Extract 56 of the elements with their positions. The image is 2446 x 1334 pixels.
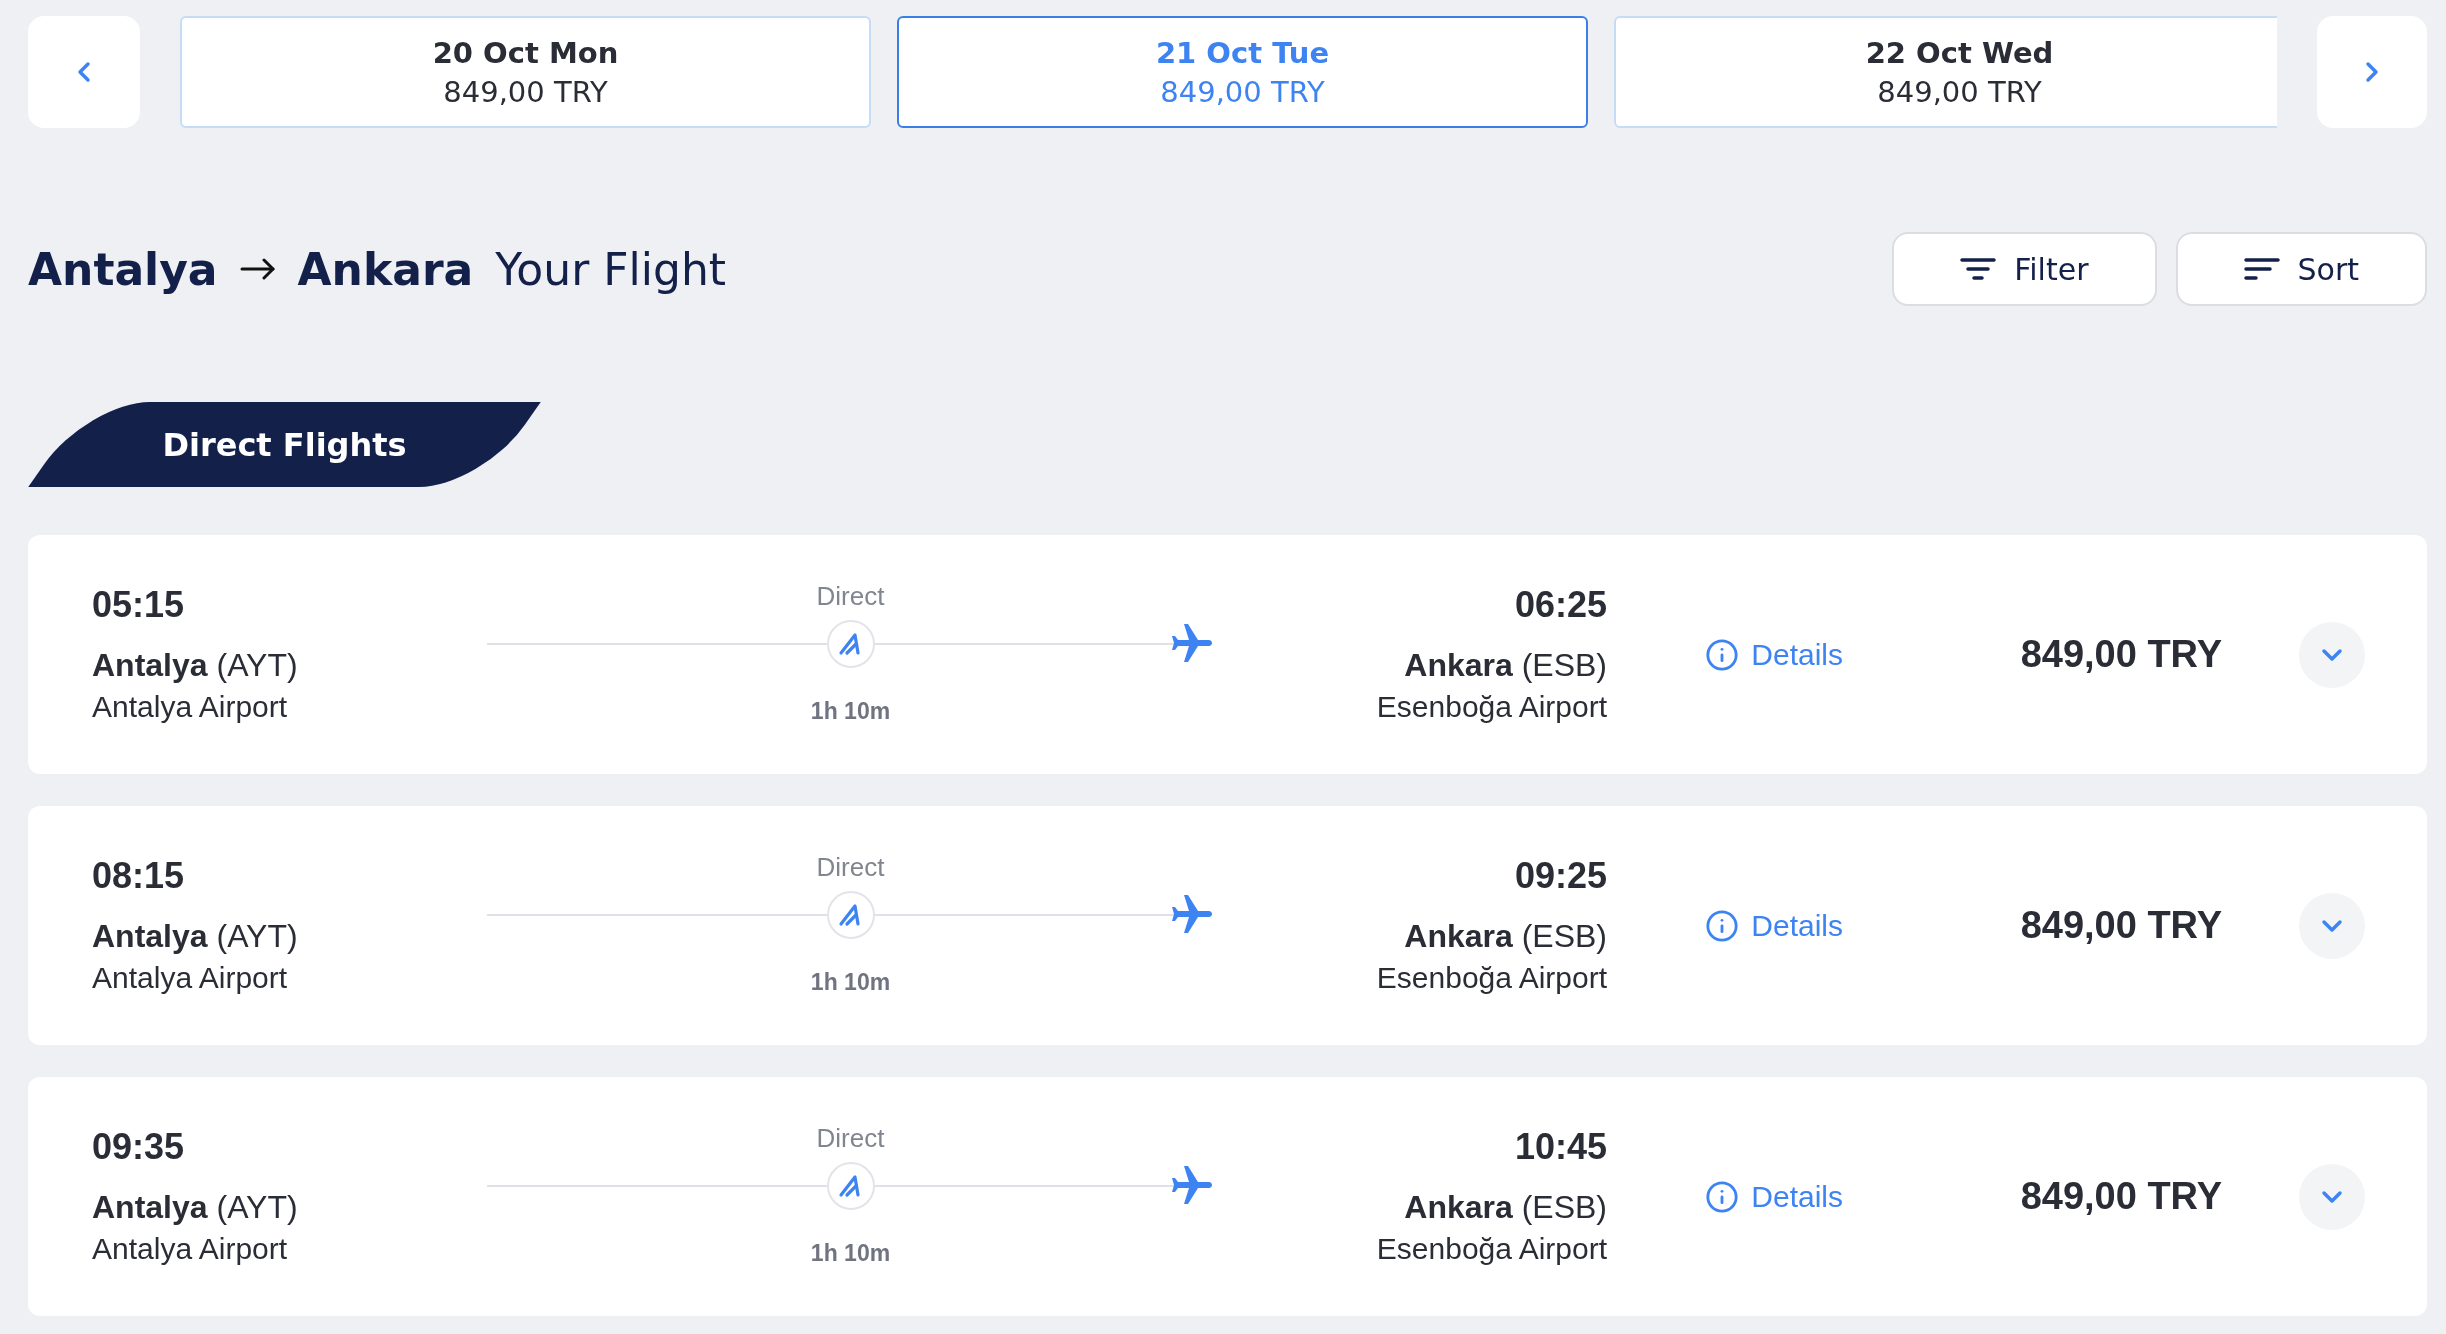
filter-icon <box>1960 257 1997 281</box>
details-link[interactable]: Details <box>1705 1179 1843 1214</box>
stop-type-label: Direct <box>816 580 885 612</box>
flight-duration: 1h 10m <box>810 697 891 726</box>
info-icon <box>1705 637 1740 672</box>
arrow-right-icon <box>239 258 276 280</box>
previous-day-button[interactable] <box>28 16 140 128</box>
date-option[interactable]: 22 Oct Wed 849,00 TRY <box>1614 16 2277 128</box>
arrival-city: Ankara (ESB) <box>1404 1188 1607 1227</box>
next-day-button[interactable] <box>2317 16 2427 128</box>
sort-icon <box>2243 257 2280 281</box>
flight-duration: 1h 10m <box>810 1239 891 1268</box>
departure-airport-name: Antalya Airport <box>92 1231 288 1267</box>
departure-city: Antalya (AYT) <box>92 1188 298 1227</box>
arrival-city: Ankara (ESB) <box>1404 646 1607 685</box>
info-icon <box>1705 1179 1740 1214</box>
date-label: 22 Oct Wed <box>1865 34 2054 72</box>
arrival-airport-name: Esenboğa Airport <box>1376 960 1607 996</box>
details-link[interactable]: Details <box>1705 637 1843 672</box>
flight-duration: 1h 10m <box>810 968 891 997</box>
departure-city: Antalya (AYT) <box>92 646 298 685</box>
flight-price: 849,00 TRY <box>2020 633 2222 676</box>
flight-price: 849,00 TRY <box>2020 1175 2222 1218</box>
departure-city: Antalya (AYT) <box>92 917 298 956</box>
arrival-airport-name: Esenboğa Airport <box>1376 689 1607 725</box>
logo-icon <box>826 1162 875 1210</box>
departure-airport-name: Antalya Airport <box>92 689 288 725</box>
info-icon <box>1705 908 1740 943</box>
stop-type-label: Direct <box>816 851 885 883</box>
sort-button[interactable]: Sort <box>2175 232 2427 306</box>
departure-time: 08:15 <box>92 854 185 898</box>
origin-city-title: Antalya <box>28 243 218 295</box>
date-option[interactable]: 21 Oct Tue 849,00 TRY <box>897 16 1588 128</box>
date-price: 849,00 TRY <box>1877 73 2042 111</box>
arrival-time: 09:25 <box>1514 854 1607 898</box>
stop-type-label: Direct <box>816 1122 885 1154</box>
arrival-city: Ankara (ESB) <box>1404 917 1607 956</box>
logo-icon <box>826 620 875 668</box>
departure-time: 09:35 <box>92 1125 185 1169</box>
date-option[interactable]: 20 Oct Mon 849,00 TRY <box>180 16 871 128</box>
arrival-time: 10:45 <box>1514 1125 1607 1169</box>
destination-city-title: Ankara <box>297 243 474 295</box>
date-price: 849,00 TRY <box>443 73 608 111</box>
arrival-airport-name: Esenboğa Airport <box>1376 1231 1607 1267</box>
details-link[interactable]: Details <box>1705 908 1843 943</box>
flights-tab[interactable]: Direct Flights <box>28 402 541 487</box>
date-label: 20 Oct Mon <box>432 34 619 72</box>
date-price: 849,00 TRY <box>1160 73 1325 111</box>
page-subtitle: Your Flight <box>495 243 727 295</box>
arrival-time: 06:25 <box>1514 583 1607 627</box>
departure-airport-name: Antalya Airport <box>92 960 288 996</box>
flight-price: 849,00 TRY <box>2020 904 2222 947</box>
filter-button[interactable]: Filter <box>1892 232 2157 306</box>
departure-time: 05:15 <box>92 583 185 627</box>
date-label: 21 Oct Tue <box>1155 34 1330 72</box>
logo-icon <box>826 891 875 939</box>
